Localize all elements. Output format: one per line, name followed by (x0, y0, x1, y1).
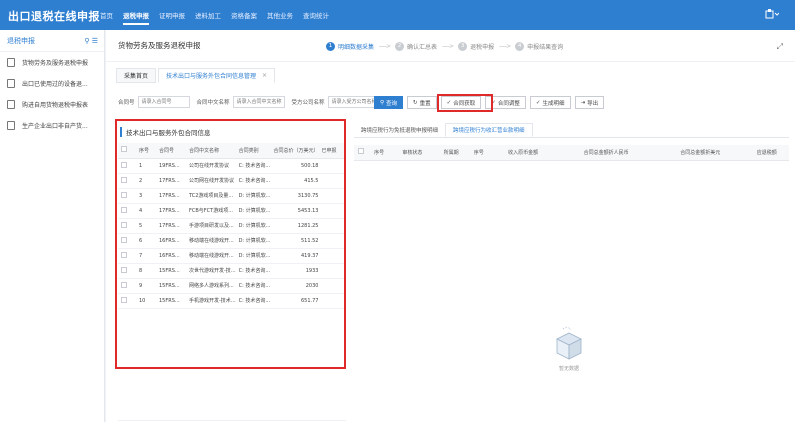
col-header: 合同总金额折人民币 (556, 145, 657, 161)
empty-state: 暂无数据 (539, 323, 599, 372)
detail-table: 序号 审核状态 所属期 序号 收入原币金额 合同总金额折人民币 合同总金额折美元… (354, 145, 789, 161)
sidebar-item-used-equipment[interactable]: 出口已使用过的设备退... (0, 73, 104, 94)
table-footer-lines (118, 415, 346, 422)
contract-no-input[interactable] (137, 96, 190, 108)
document-icon (7, 79, 15, 88)
sidebar-item-label: 购进自用货物退税申报表 (22, 102, 89, 109)
col-header: 审核状态 (390, 145, 435, 161)
col-header: 应退税额 (744, 145, 789, 161)
arrow-icon: ------> (379, 43, 391, 50)
sidebar-item-label: 生产企业出口非自产货... (22, 123, 88, 130)
filter-bar: 合同号 合同中文名称 受方公司名称 (118, 96, 387, 108)
step-2: 2 确认汇总表 (395, 42, 437, 51)
reset-button[interactable]: ↻ 重置 (407, 96, 437, 109)
nav-tax-refund[interactable]: 退税申报 (123, 10, 149, 25)
nav-query[interactable]: 查询统计 (303, 10, 329, 25)
sidebar-item-non-self-produced[interactable]: 生产企业出口非自产货... (0, 115, 104, 136)
document-icon (7, 100, 15, 109)
col-header: 所属期 (434, 145, 468, 161)
export-button[interactable]: ⇥ 导出 (574, 96, 605, 109)
step-1: 1 明细数据采集 (326, 42, 374, 51)
top-bar: 出口退税在线申报 首页 退税申报 证明申报 进料加工 资格备案 其他业务 查询统… (0, 0, 795, 30)
main-content: 货物劳务及服务退税申报 1 明细数据采集 ------> 2 确认汇总表 -----… (106, 30, 795, 422)
export-icon: ⇥ (580, 99, 586, 106)
col-header: 合同总金额折美元 (656, 145, 745, 161)
generate-detail-button[interactable]: ✓ 生成明细 (529, 96, 571, 109)
empty-box-icon (556, 326, 582, 360)
step-progress: 1 明细数据采集 ------> 2 确认汇总表 ------> 3 退税申报 ---… (326, 42, 563, 51)
nav-certificate[interactable]: 证明申报 (159, 10, 185, 25)
tab-refund-detail[interactable]: 跨境应税行为免抵退税申报明细 (354, 123, 445, 137)
nav-home[interactable]: 首页 (100, 10, 113, 25)
search-icon[interactable]: ⚲ (84, 37, 89, 45)
arrow-icon: ------> (442, 43, 454, 50)
step-4: 4 申报结果查询 (515, 42, 563, 51)
empty-text: 暂无数据 (558, 366, 579, 372)
company-name-label: 受方公司名称 (291, 100, 325, 106)
right-detail-panel: 跨境应税行为免抵退税申报明细 跨境应税行为收汇营业款明细 序号 审核状态 所属期… (354, 123, 789, 418)
sidebar-header: 退税申报 ⚲ ☰ (0, 30, 104, 52)
nav-qualification[interactable]: 资格备案 (231, 10, 257, 25)
app-title: 出口退税在线申报 (8, 10, 100, 23)
fullscreen-icon[interactable]: ⤢ (777, 42, 783, 52)
sidebar-item-label: 出口已使用过的设备退... (22, 81, 88, 88)
sidebar-item-self-use[interactable]: 购进自用货物退税申报表 (0, 94, 104, 115)
highlight-box-fetch (437, 94, 493, 112)
refresh-icon: ↻ (413, 99, 418, 106)
tab-receipt-detail[interactable]: 跨境应税行为收汇营业款明细 (445, 123, 533, 137)
contract-name-input[interactable] (232, 96, 285, 108)
tab-home[interactable]: 采集首页 (116, 68, 157, 83)
close-icon[interactable]: × (262, 72, 267, 79)
tab-contract-management[interactable]: 技术出口与服务外包合同信息管理 × (158, 68, 276, 83)
contract-name-label: 合同中文名称 (196, 100, 230, 106)
document-icon (7, 58, 15, 67)
page-tabs: 采集首页 技术出口与服务外包合同信息管理 × (116, 68, 277, 83)
col-header: 序号 (368, 145, 391, 161)
select-all-checkbox[interactable] (354, 145, 368, 161)
detail-tabs: 跨境应税行为免抵退税申报明细 跨境应税行为收汇营业款明细 (354, 123, 789, 138)
collapse-icon[interactable]: ☰ (92, 37, 98, 45)
sidebar: 退税申报 ⚲ ☰ 货物劳务及服务退税申报 出口已使用过的设备退... 购进自用货… (0, 30, 105, 422)
highlight-box-table (115, 119, 346, 369)
top-nav: 首页 退税申报 证明申报 进料加工 资格备案 其他业务 查询统计 (100, 10, 329, 25)
sidebar-item-goods-services[interactable]: 货物劳务及服务退税申报 (0, 52, 104, 73)
user-menu-icon[interactable] (765, 9, 780, 22)
nav-other[interactable]: 其他业务 (267, 10, 293, 25)
step-3: 3 退税申报 (458, 42, 494, 51)
query-button[interactable]: ⚲ 查询 (374, 96, 404, 109)
check-circle-icon: ✓ (535, 99, 541, 106)
document-icon (7, 121, 15, 130)
col-header: 收入原币金额 (489, 145, 557, 161)
col-header: 序号 (467, 145, 490, 161)
sidebar-item-label: 货物劳务及服务退税申报 (22, 60, 89, 67)
nav-processing[interactable]: 进料加工 (195, 10, 221, 25)
contract-no-label: 合同号 (118, 100, 135, 106)
company-name-input[interactable] (327, 96, 380, 108)
sidebar-title: 退税申报 (7, 36, 35, 45)
search-icon: ⚲ (380, 99, 385, 106)
arrow-icon: ------> (499, 43, 511, 50)
